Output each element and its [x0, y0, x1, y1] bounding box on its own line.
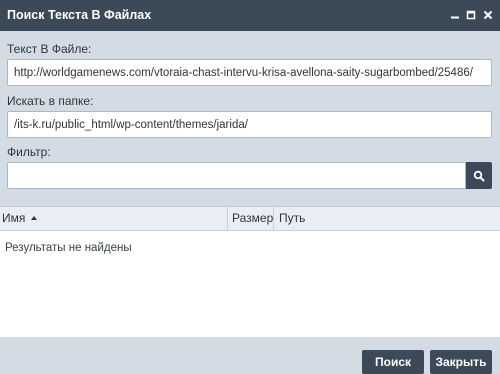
magnifier-icon [473, 170, 485, 182]
text-in-file-label: Текст В Файле: [7, 42, 92, 56]
column-size-label: Размер [232, 211, 274, 225]
filter-search-button[interactable] [466, 162, 492, 189]
text-in-file-input[interactable] [7, 59, 492, 86]
column-header-size[interactable]: Размер [227, 207, 273, 231]
filter-input[interactable] [7, 162, 466, 189]
window-title: Поиск Текста В Файлах [7, 8, 152, 22]
no-results-message: Результаты не найдены [5, 242, 132, 254]
sort-ascending-icon [31, 216, 37, 220]
search-button[interactable]: Поиск [362, 350, 424, 374]
close-icon[interactable] [479, 6, 497, 24]
dialog-footer: Поиск Закрыть [0, 337, 500, 374]
maximize-icon[interactable] [462, 6, 480, 24]
column-name-label: Имя [2, 211, 26, 225]
filter-label: Фильтр: [7, 145, 51, 159]
results-table: Имя Размер Путь Результаты не найдены [0, 206, 500, 337]
column-header-name[interactable]: Имя [0, 207, 227, 231]
search-folder-label: Искать в папке: [7, 94, 94, 108]
search-folder-input[interactable] [7, 111, 492, 138]
close-button[interactable]: Закрыть [430, 350, 492, 374]
column-header-path[interactable]: Путь [273, 207, 500, 231]
search-form: Текст В Файле: Искать в папке: Фильтр: [0, 31, 500, 206]
results-header: Имя Размер Путь [0, 207, 500, 231]
title-bar[interactable]: Поиск Текста В Файлах [0, 0, 500, 31]
column-path-label: Путь [279, 211, 306, 225]
